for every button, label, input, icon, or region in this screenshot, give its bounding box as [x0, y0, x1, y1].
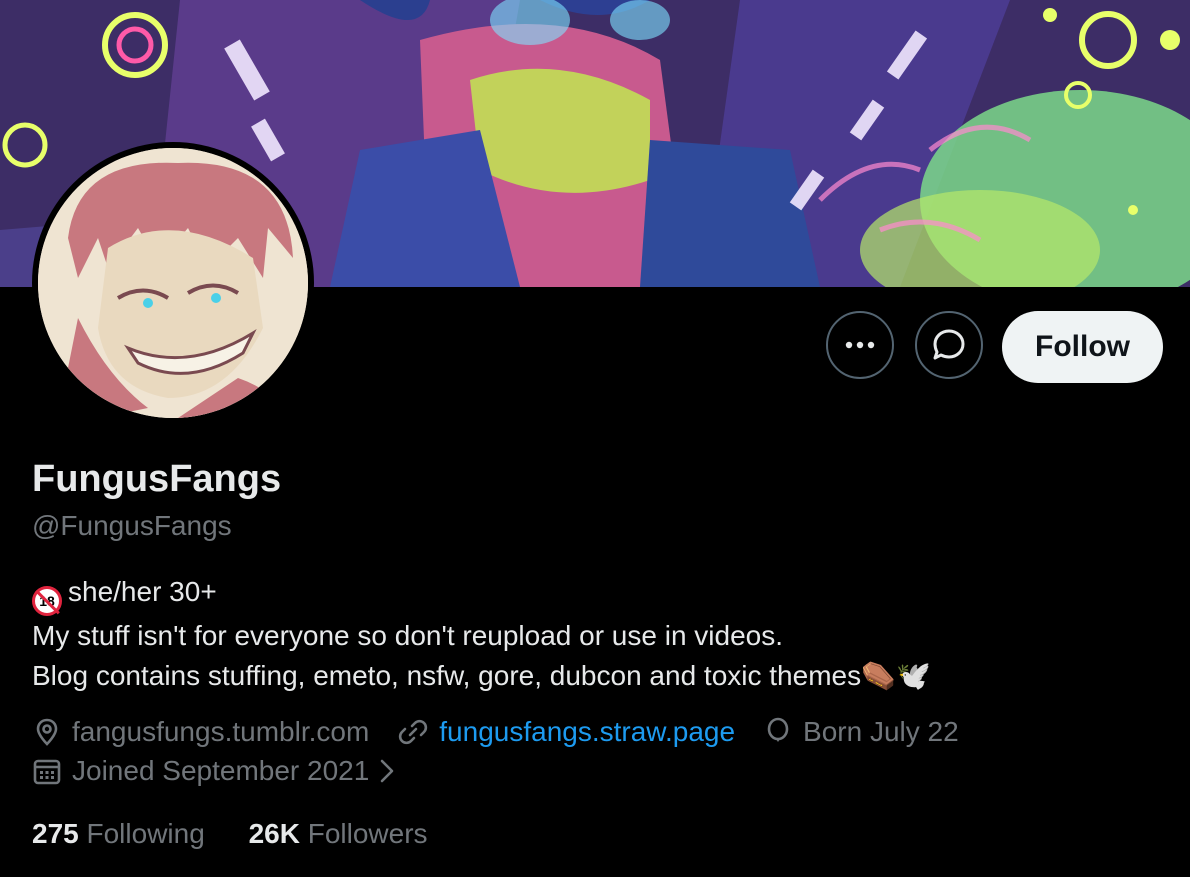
- followers-count: 26K: [248, 818, 300, 849]
- display-name: FungusFangs: [32, 458, 282, 500]
- avatar-image: [38, 148, 308, 418]
- user-handle: @FungusFangs: [32, 510, 232, 541]
- bio-content-warning: Blog contains stuffing, emeto, nsfw, gor…: [32, 660, 862, 691]
- follow-stats: 275 Following 26K Followers: [32, 818, 464, 850]
- chevron-right-icon[interactable]: [377, 758, 397, 784]
- message-button[interactable]: [915, 311, 983, 379]
- following-stat[interactable]: 275 Following: [32, 818, 205, 849]
- joined-text: Joined September 2021: [72, 755, 370, 786]
- bio-line-3: Blog contains stuffing, emeto, nsfw, gor…: [32, 656, 931, 696]
- following-label: Following: [86, 818, 205, 849]
- more-button[interactable]: [826, 311, 894, 379]
- profile-meta-row: fangusfungs.tumblr.com fungusfangs.straw…: [32, 716, 987, 748]
- joined-row[interactable]: Joined September 2021: [32, 755, 425, 787]
- birthday-text: Born July 22: [803, 716, 959, 747]
- location-item: fangusfungs.tumblr.com: [32, 716, 369, 748]
- birthday-item: Born July 22: [763, 716, 959, 748]
- joined-item[interactable]: Joined September 2021: [32, 755, 397, 787]
- coffin-dove-emoji: ⚰️🕊️: [861, 660, 931, 691]
- follow-button[interactable]: Follow: [1002, 311, 1163, 383]
- bio-line-2: My stuff isn't for everyone so don't reu…: [32, 620, 784, 651]
- followers-stat[interactable]: 26K Followers: [249, 818, 428, 849]
- website-link[interactable]: fungusfangs.straw.page: [439, 716, 735, 748]
- bio-line-1: 18 she/her 30+: [32, 572, 931, 616]
- website-item[interactable]: fungusfangs.straw.page: [397, 716, 735, 748]
- followers-label: Followers: [307, 818, 428, 849]
- more-icon: [845, 341, 875, 349]
- location-pin-icon: [36, 718, 58, 746]
- calendar-icon: [33, 759, 61, 785]
- link-icon: [399, 719, 428, 745]
- balloon-icon: [767, 717, 789, 742]
- no-under-18-icon: 18: [32, 586, 62, 616]
- message-icon: [933, 329, 965, 360]
- avatar[interactable]: [32, 142, 314, 424]
- location-text: fangusfungs.tumblr.com: [72, 716, 370, 747]
- following-count: 275: [32, 818, 79, 849]
- bio-pronouns: she/her 30+: [68, 576, 217, 607]
- profile-bio: 18 she/her 30+ My stuff isn't for everyon…: [32, 572, 931, 696]
